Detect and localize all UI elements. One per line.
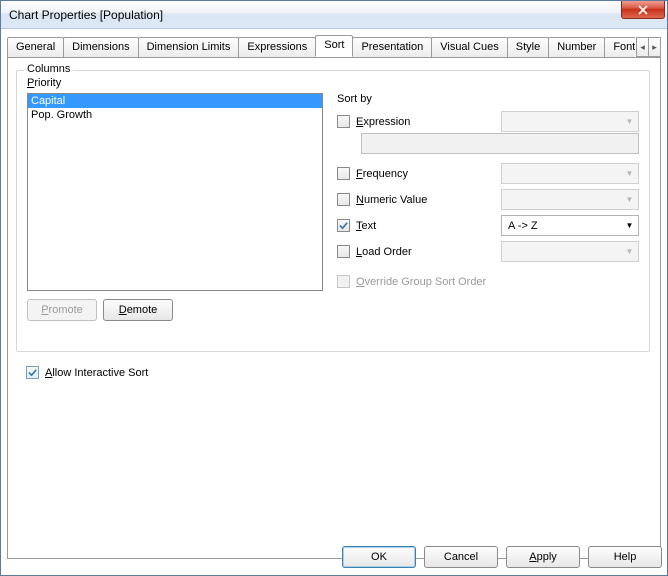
- tab-sort[interactable]: Sort: [315, 35, 353, 57]
- frequency-combo: ▼: [501, 163, 639, 184]
- dialog-buttons: OK Cancel Apply Help: [342, 546, 662, 568]
- loadorder-label: Load Order: [356, 246, 486, 258]
- text-label: Text: [356, 220, 486, 232]
- tab-scroll: ◂ ▸: [637, 37, 661, 57]
- apply-button[interactable]: Apply: [506, 546, 580, 568]
- expression-combo: ▼: [501, 111, 639, 132]
- override-label: Override Group Sort Order: [356, 276, 486, 288]
- frequency-checkbox[interactable]: [337, 167, 350, 180]
- ok-button[interactable]: OK: [342, 546, 416, 568]
- text-combo[interactable]: A -> Z ▼: [501, 215, 639, 236]
- tab-dimension-limits[interactable]: Dimension Limits: [138, 37, 240, 57]
- frequency-label: Frequency: [356, 168, 486, 180]
- loadorder-combo: ▼: [501, 241, 639, 262]
- tab-panel-sort: Columns Priority Capital Pop. Growth Pro…: [7, 57, 661, 559]
- numeric-label: Numeric Value: [356, 194, 486, 206]
- check-icon: [339, 221, 348, 230]
- promote-button: Promote: [27, 299, 97, 321]
- allow-interactive-checkbox[interactable]: [26, 366, 39, 379]
- titlebar: Chart Properties [Population]: [1, 1, 667, 29]
- sort-by-label: Sort by: [337, 93, 372, 105]
- sort-row-override: Override Group Sort Order: [337, 271, 486, 292]
- tab-general[interactable]: General: [7, 37, 64, 57]
- tab-expressions[interactable]: Expressions: [238, 37, 316, 57]
- allow-interactive-label: Allow Interactive Sort: [45, 367, 148, 379]
- expression-input: [361, 133, 639, 154]
- close-icon: [638, 5, 648, 15]
- columns-group: Columns Priority Capital Pop. Growth Pro…: [16, 70, 650, 352]
- chevron-down-icon: ▼: [621, 164, 638, 183]
- sort-row-numeric: Numeric Value ▼: [337, 189, 486, 210]
- tab-number[interactable]: Number: [548, 37, 605, 57]
- promote-demote-row: Promote Demote: [27, 299, 173, 321]
- sort-row-frequency: Frequency ▼: [337, 163, 486, 184]
- tabstrip: General Dimensions Dimension Limits Expr…: [7, 35, 661, 57]
- chevron-down-icon: ▼: [621, 242, 638, 261]
- priority-listbox[interactable]: Capital Pop. Growth: [27, 93, 323, 291]
- chevron-down-icon: ▼: [621, 190, 638, 209]
- tab-style[interactable]: Style: [507, 37, 549, 57]
- window-buttons: [621, 1, 665, 28]
- list-item[interactable]: Capital: [28, 94, 322, 108]
- tab-font[interactable]: Font: [604, 37, 635, 57]
- tab-presentation[interactable]: Presentation: [352, 37, 432, 57]
- columns-legend: Columns: [24, 63, 73, 75]
- numeric-combo: ▼: [501, 189, 639, 210]
- demote-button[interactable]: Demote: [103, 299, 173, 321]
- sort-row-text: Text A -> Z ▼: [337, 215, 486, 236]
- override-checkbox: [337, 275, 350, 288]
- check-icon: [28, 368, 37, 377]
- expression-label: Expression: [356, 116, 486, 128]
- tabstrip-inner: General Dimensions Dimension Limits Expr…: [7, 35, 635, 57]
- window-title: Chart Properties [Population]: [9, 8, 163, 22]
- allow-interactive-row: Allow Interactive Sort: [26, 366, 148, 379]
- expression-checkbox[interactable]: [337, 115, 350, 128]
- cancel-button[interactable]: Cancel: [424, 546, 498, 568]
- sort-row-expression: Expression ▼: [337, 111, 486, 132]
- priority-label: Priority: [27, 77, 61, 89]
- list-item[interactable]: Pop. Growth: [28, 108, 322, 122]
- tab-visual-cues[interactable]: Visual Cues: [431, 37, 508, 57]
- chevron-down-icon: ▼: [621, 112, 638, 131]
- tab-dimensions[interactable]: Dimensions: [63, 37, 138, 57]
- help-button[interactable]: Help: [588, 546, 662, 568]
- numeric-checkbox[interactable]: [337, 193, 350, 206]
- close-button[interactable]: [621, 1, 665, 19]
- text-checkbox[interactable]: [337, 219, 350, 232]
- chevron-down-icon: ▼: [621, 216, 638, 235]
- tab-scroll-right[interactable]: ▸: [648, 37, 661, 57]
- text-combo-value: A -> Z: [508, 220, 538, 232]
- sort-row-loadorder: Load Order ▼: [337, 241, 486, 262]
- loadorder-checkbox[interactable]: [337, 245, 350, 258]
